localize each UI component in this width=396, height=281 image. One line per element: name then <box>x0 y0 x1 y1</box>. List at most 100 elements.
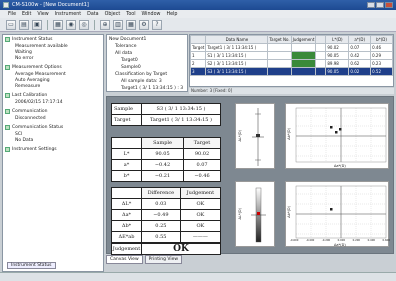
tick-label: -0.200 <box>321 239 331 242</box>
view-tabs: Canvas View Printing View <box>106 255 226 264</box>
table-row: Δa* −0.49 OK <box>111 209 222 221</box>
tree-item-target1[interactable]: Target1 ( 3/ 1 13:34:15 ) : 3 <box>121 86 183 91</box>
table-cell: Target <box>189 43 207 52</box>
menu-edit[interactable]: Edit <box>22 12 31 17</box>
blank-cell <box>111 187 142 199</box>
tab-canvas-view[interactable]: Canvas View <box>106 255 143 264</box>
tree-item[interactable]: SCI <box>5 132 22 137</box>
column-header[interactable]: a*(D) <box>348 35 372 44</box>
column-header[interactable]: Data Name <box>205 35 269 44</box>
axis-label: ΔL*(D) <box>238 130 242 142</box>
column-header[interactable]: Target No. <box>267 35 292 44</box>
judgement-cell: OK <box>179 209 222 221</box>
column-header[interactable]: Judgement <box>290 35 317 44</box>
new-document-icon[interactable]: ▭ <box>6 19 16 30</box>
ab-scatter-plot-top[interactable]: Δb*(D) Δa*(D) <box>285 103 389 169</box>
tree-item-classification[interactable]: Classification by Target <box>115 72 167 77</box>
table-cell: S1 ( 3/ 1 13:34:15 ) <box>205 51 269 60</box>
table-cell: 0.03 <box>141 198 181 210</box>
table-row-selected[interactable]: 3 S3 ( 3/ 1 13:34:15 ) 90.05 0.02 0.52 <box>189 67 393 76</box>
window-controls <box>367 2 393 8</box>
tree-item-communication-status[interactable]: Communication Status <box>5 125 63 130</box>
tree-item-communication[interactable]: Communication <box>5 109 47 114</box>
tree-item-document[interactable]: New Document1 <box>109 37 146 42</box>
tree-item-target[interactable]: Target0 <box>121 58 138 63</box>
table-cell: 0.23 <box>370 59 393 68</box>
tree-item[interactable]: Measurement available <box>5 44 68 49</box>
tree-item-tolerance[interactable]: Tolerance <box>115 44 136 49</box>
measure-icon[interactable]: ◉ <box>66 19 76 30</box>
table-row[interactable]: Target Target1 ( 3/ 1 13:34:15 ) 90.02 0… <box>189 43 393 52</box>
tab-printing-view[interactable]: Printing View <box>144 255 183 264</box>
sample-target-table: Sample S3 ( 3/ 1 13:34:15 ) Target Targe… <box>111 103 221 126</box>
judgement-cell: OK <box>179 220 222 232</box>
menu-file[interactable]: File <box>8 12 16 17</box>
table-cell <box>315 59 327 68</box>
tree-item[interactable]: Disconnected <box>5 116 46 121</box>
tree-item-all-data[interactable]: All data <box>115 51 132 56</box>
ab-scatter-plot-bottom[interactable]: Δb*(D) -0.600 -0.400 -0.200 0.000 0.200 … <box>285 181 390 247</box>
delta-l-plot-top[interactable]: ΔL*(D) <box>235 103 275 169</box>
tree-item[interactable]: Auto Averaging <box>5 78 50 83</box>
tree-item[interactable]: Waiting <box>5 50 32 55</box>
table-cell <box>290 43 317 52</box>
column-header[interactable]: L*(D) <box>325 35 350 44</box>
settings-icon[interactable]: ⚙ <box>139 19 149 30</box>
absolute-values-table: Sample Target L* 90.05 90.02 a* −0.42 0.… <box>111 137 221 182</box>
menu-object[interactable]: Object <box>105 12 121 17</box>
target-icon[interactable]: ◎ <box>79 19 89 30</box>
data-point <box>257 212 260 215</box>
tree-item[interactable]: No error <box>5 56 33 61</box>
table-row: a* −0.42 0.07 <box>111 159 221 171</box>
print-icon[interactable]: ▦ <box>53 19 63 30</box>
folder-icon <box>5 147 10 152</box>
tree-item[interactable]: No Data <box>5 138 33 143</box>
menu-data[interactable]: Data <box>87 12 98 17</box>
save-icon[interactable]: ▣ <box>32 19 42 30</box>
tree-item-all-sample[interactable]: All sample data: 3 <box>121 79 162 84</box>
open-folder-icon[interactable]: ▤ <box>19 19 29 30</box>
menu-bar: File Edit View Instrument Data Object To… <box>0 10 396 18</box>
table-cell <box>315 43 327 52</box>
help-icon[interactable]: ? <box>152 19 162 30</box>
column-header[interactable] <box>189 35 207 44</box>
table-row[interactable]: 1 S1 ( 3/ 1 13:34:15 ) 90.05 0.42 0.29 <box>189 51 393 60</box>
menu-window[interactable]: Window <box>142 12 161 17</box>
target-value[interactable]: Target1 ( 3/ 1 13:34:15 ) <box>141 114 221 126</box>
menu-tool[interactable]: Tool <box>126 12 135 17</box>
minimize-button[interactable] <box>367 2 375 8</box>
column-header[interactable] <box>315 35 327 44</box>
table-icon[interactable]: ▦ <box>126 19 136 30</box>
judgement-result: OK <box>141 243 221 255</box>
maximize-button[interactable] <box>376 2 384 8</box>
tree-item-instrument-status[interactable]: Instrument Status <box>5 37 53 42</box>
table-row[interactable]: 2 S2 ( 3/ 1 13:34:15 ) 89.98 0.62 0.23 <box>189 59 393 68</box>
column-header[interactable]: b*(D) <box>370 35 393 44</box>
tab-instrument-status[interactable]: Instrument Status <box>7 262 56 269</box>
delta-l-plot-bottom[interactable]: ΔL*(D) <box>235 181 275 247</box>
tree-item[interactable]: Remeasure <box>5 84 40 89</box>
table-cell: 90.02 <box>325 43 350 52</box>
chart-icon[interactable]: ▥ <box>113 19 123 30</box>
target-label: Target <box>111 114 142 126</box>
table-cell <box>315 51 327 60</box>
menu-help[interactable]: Help <box>166 12 177 17</box>
tree-item[interactable]: Average Measurement <box>5 72 66 77</box>
menu-instrument[interactable]: Instrument <box>55 12 81 17</box>
tree-item-instrument-settings[interactable]: Instrument Settings <box>5 147 57 152</box>
tree-item-measurement-options[interactable]: Measurement Options <box>5 65 62 70</box>
data-point <box>330 208 333 211</box>
tree-item-last-calibration[interactable]: Last Calibration <box>5 93 47 98</box>
menu-view[interactable]: View <box>37 12 48 17</box>
tree-item[interactable]: 2006/02/15 17:17:14 <box>5 100 63 105</box>
sample-value[interactable]: S3 ( 3/ 1 13:34:15 ) <box>141 103 221 115</box>
table-cell: 0.55 <box>141 231 181 243</box>
data-point <box>339 128 342 131</box>
judgement-cell <box>290 67 317 76</box>
close-button[interactable] <box>385 2 393 8</box>
table-row: Δb* 0.25 OK <box>111 220 222 232</box>
grid-status: Number: 3 [Fixed: 0] <box>189 88 394 94</box>
zoom-icon[interactable]: ⊕ <box>100 19 110 30</box>
x-tick-labels: -0.600 -0.400 -0.200 0.000 0.200 0.400 0… <box>290 239 390 242</box>
tree-item-sample[interactable]: Sample0 <box>121 65 141 70</box>
